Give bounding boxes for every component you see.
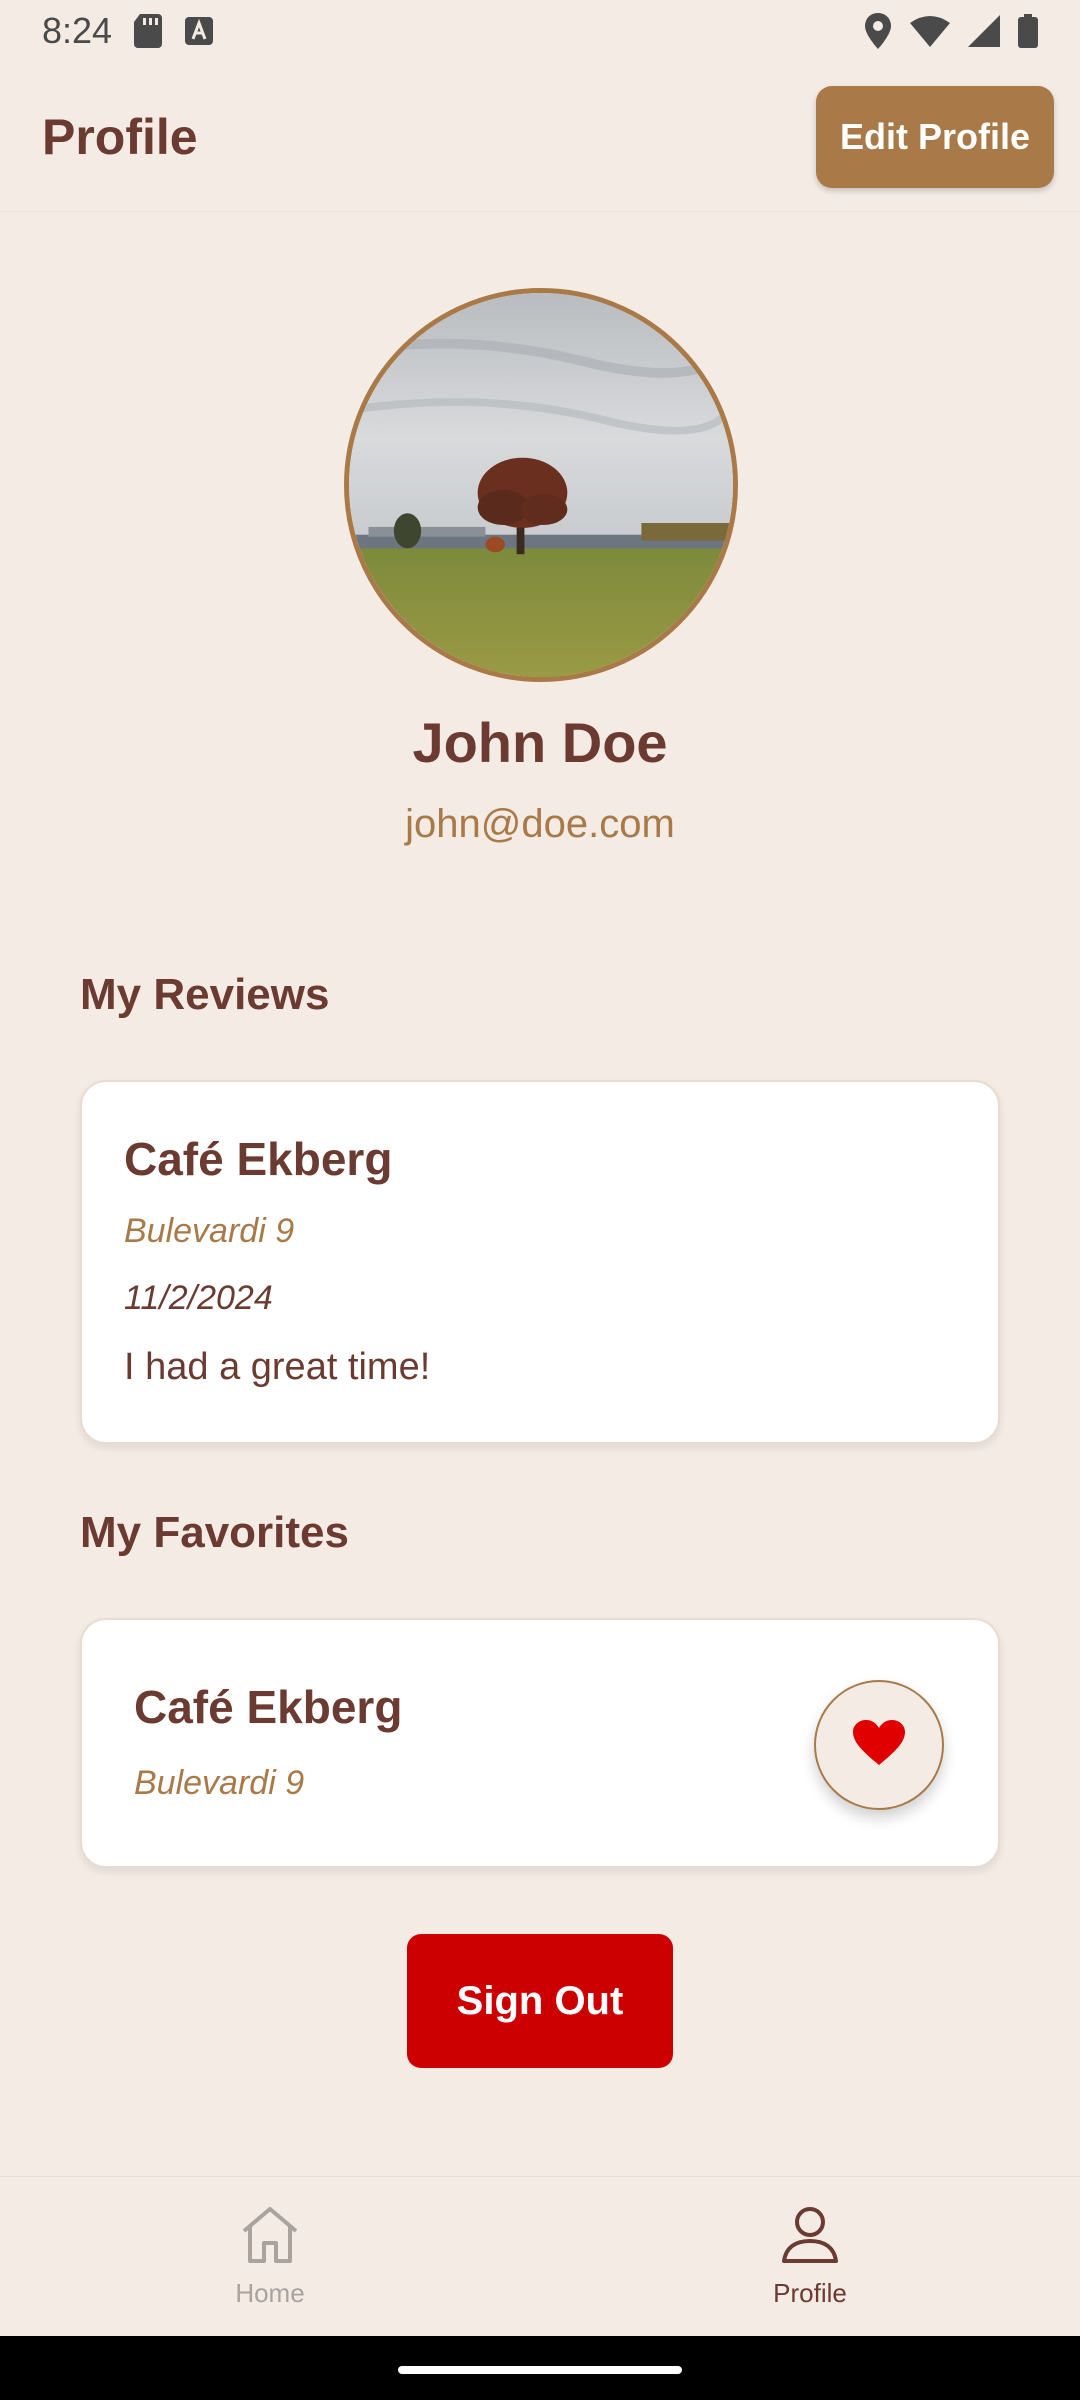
sd-card-icon: [134, 14, 163, 48]
home-gesture-handle[interactable]: [398, 2366, 682, 2374]
nav-item-profile-label: Profile: [773, 2277, 847, 2308]
battery-icon: [1018, 14, 1038, 48]
nav-item-home-label: Home: [235, 2277, 305, 2308]
avatar[interactable]: [344, 288, 738, 682]
home-icon: [238, 2205, 302, 2272]
nav-item-home[interactable]: Home: [0, 2177, 540, 2336]
favorites-section-title: My Favorites: [80, 1508, 349, 1557]
location-icon: [864, 13, 892, 49]
review-place-name: Café Ekberg: [124, 1133, 393, 1185]
review-text: I had a great time!: [124, 1346, 431, 1388]
page-title: Profile: [42, 108, 198, 165]
reviews-section-title: My Reviews: [80, 970, 330, 1019]
status-time: 8:24: [42, 10, 113, 51]
app-bar: Profile Edit Profile: [0, 62, 1080, 212]
favorite-card[interactable]: Café Ekberg Bulevardi 9: [80, 1618, 1000, 1868]
review-date: 11/2/2024: [124, 1279, 273, 1317]
favorite-address: Bulevardi 9: [134, 1764, 305, 1802]
unfavorite-button[interactable]: [814, 1680, 944, 1810]
review-card[interactable]: Café Ekberg Bulevardi 9 11/2/2024 I had …: [80, 1080, 1000, 1444]
avatar-photo: [349, 293, 733, 677]
review-address: Bulevardi 9: [124, 1212, 295, 1250]
signal-icon: [968, 15, 1000, 47]
nav-item-profile[interactable]: Profile: [540, 2177, 1080, 2336]
wifi-icon: [910, 15, 950, 47]
user-name: John Doe: [412, 711, 668, 774]
heart-icon: [852, 1719, 906, 1772]
favorite-place-name: Café Ekberg: [134, 1681, 403, 1733]
bottom-nav: Home Profile: [0, 2176, 1080, 2336]
person-icon: [780, 2205, 840, 2272]
status-bar: 8:24: [0, 0, 1080, 62]
a-badge-icon: [184, 16, 214, 46]
user-email: john@doe.com: [405, 802, 675, 846]
edit-profile-button[interactable]: Edit Profile: [816, 85, 1054, 188]
sign-out-button[interactable]: Sign Out: [407, 1934, 673, 2068]
